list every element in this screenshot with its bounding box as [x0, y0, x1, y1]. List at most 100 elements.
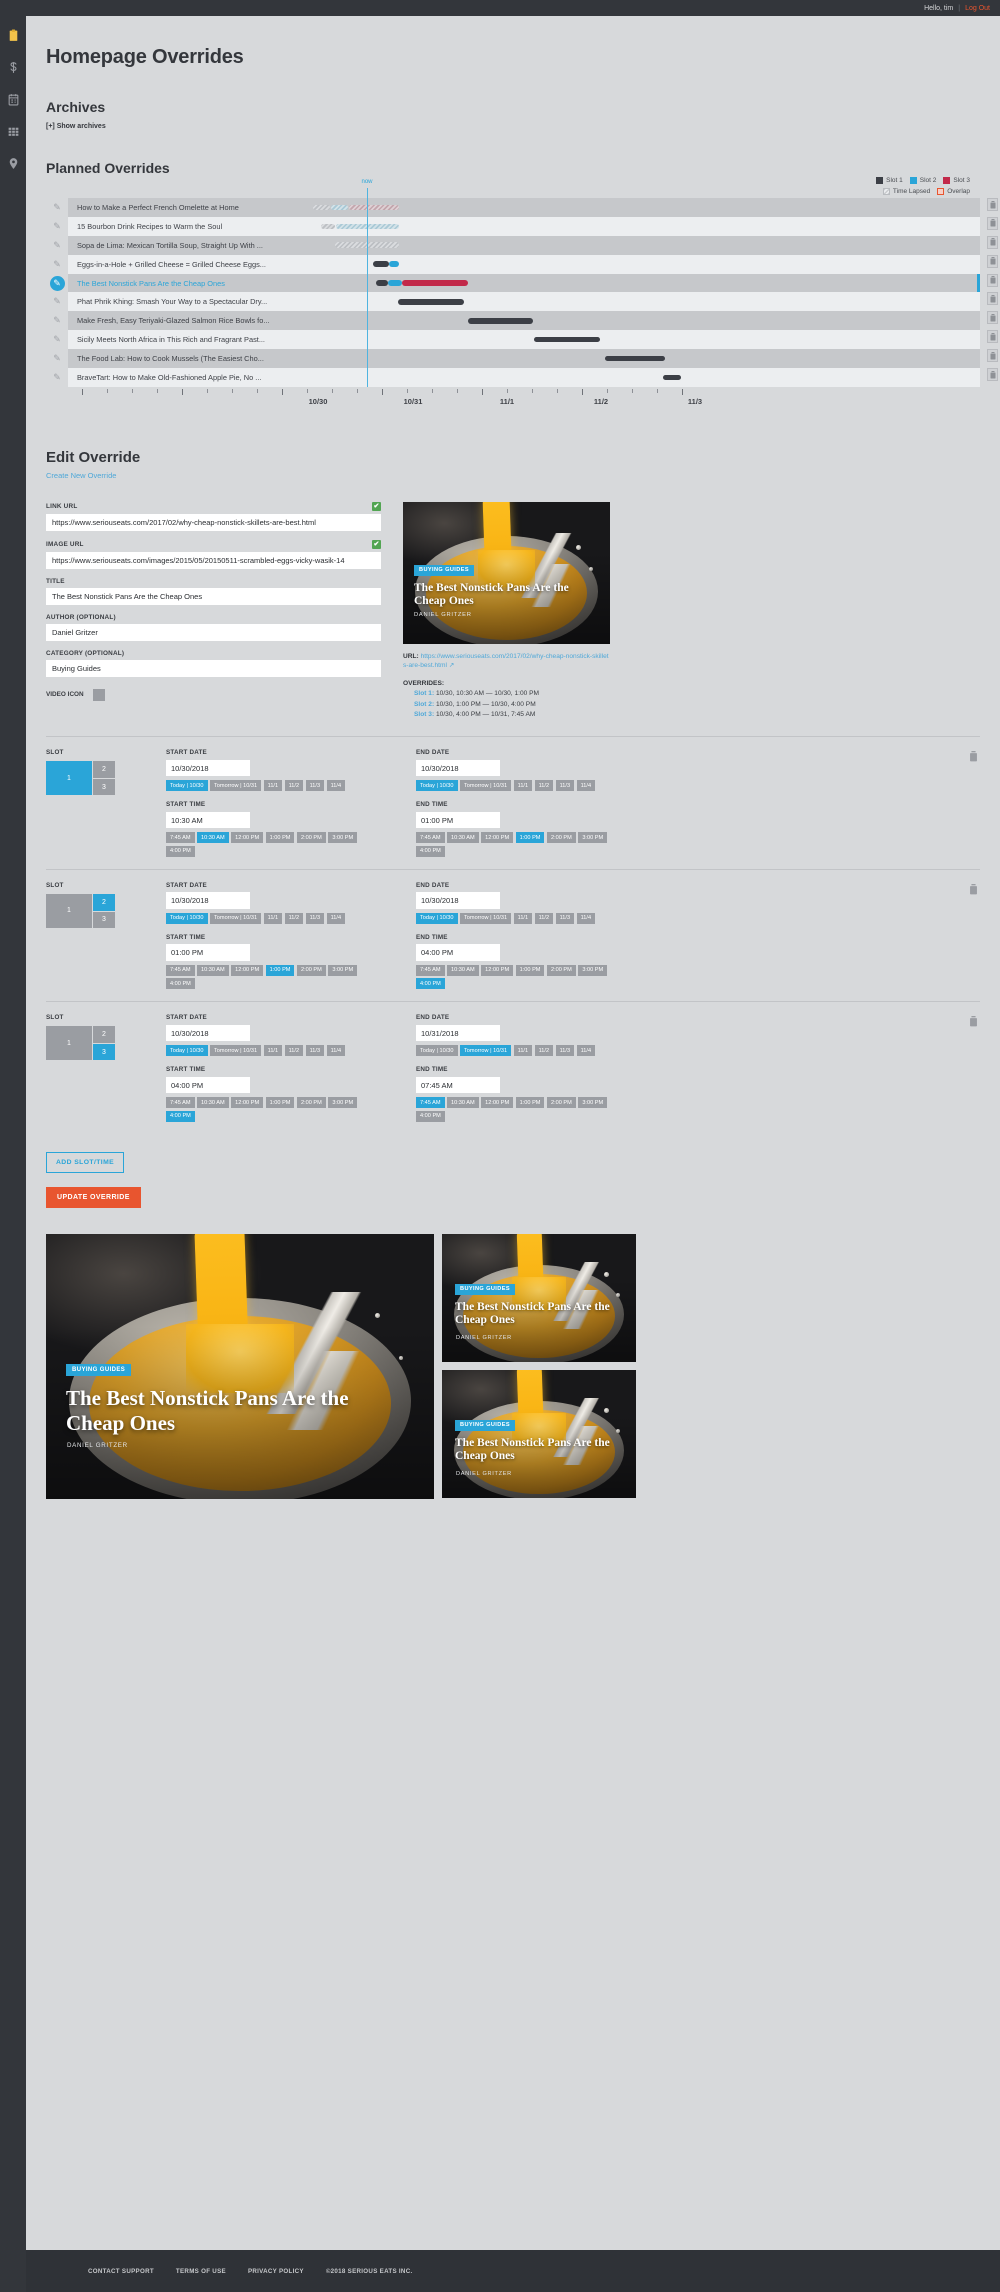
edit-pencil-icon-active[interactable]: ✎: [46, 275, 68, 291]
date-chip[interactable]: 11/4: [576, 912, 596, 924]
slot-option-1[interactable]: 1: [46, 893, 92, 928]
time-chip[interactable]: 12:00 PM: [231, 1097, 264, 1109]
end-time-input[interactable]: [416, 944, 500, 961]
time-chip[interactable]: 3:00 PM: [328, 832, 358, 844]
delete-row-icon[interactable]: [987, 311, 998, 325]
time-chip[interactable]: 7:45 AM: [416, 832, 445, 844]
time-chip[interactable]: 2:00 PM: [546, 832, 576, 844]
time-chip[interactable]: 4:00 PM: [166, 845, 195, 857]
slot-option-2[interactable]: 2: [92, 761, 115, 779]
preview-side-card[interactable]: BUYING GUIDES The Best Nonstick Pans Are…: [442, 1369, 636, 1498]
time-chip[interactable]: 3:00 PM: [328, 964, 358, 976]
delete-slot-icon[interactable]: [969, 1014, 978, 1027]
slot-option-2[interactable]: 2: [92, 1026, 115, 1044]
time-chip[interactable]: 10:30 AM: [197, 964, 229, 976]
time-chip[interactable]: 3:00 PM: [578, 1097, 608, 1109]
date-chip[interactable]: Tomorrow | 10/31: [210, 780, 262, 792]
slot-option-3[interactable]: 3: [92, 910, 115, 928]
slot-option-3[interactable]: 3: [92, 1043, 115, 1061]
date-chip[interactable]: 11/3: [305, 1045, 325, 1057]
date-chip[interactable]: Today | 10/30: [166, 912, 208, 924]
calendar-icon[interactable]: [6, 92, 20, 106]
slot-option-2[interactable]: 2: [92, 893, 115, 911]
date-chip[interactable]: 11/2: [534, 780, 554, 792]
grid-icon[interactable]: [6, 124, 20, 138]
time-chip[interactable]: 12:00 PM: [481, 1097, 514, 1109]
date-chip[interactable]: Tomorrow | 10/31: [460, 780, 512, 792]
author-input[interactable]: [46, 624, 381, 641]
time-chip[interactable]: 10:30 AM: [447, 964, 479, 976]
date-chip[interactable]: Today | 10/30: [416, 780, 458, 792]
edit-pencil-icon[interactable]: ✎: [46, 240, 68, 250]
link-url-input[interactable]: [46, 514, 381, 531]
delete-row-icon[interactable]: [987, 330, 998, 344]
table-row[interactable]: ✎ Sicily Meets North Africa in This Rich…: [46, 330, 998, 350]
delete-row-icon[interactable]: [987, 273, 998, 287]
time-chip[interactable]: 4:00 PM: [416, 978, 445, 990]
start-time-input[interactable]: [166, 1076, 250, 1094]
time-chip[interactable]: 12:00 PM: [481, 964, 514, 976]
time-chip[interactable]: 10:30 AM: [197, 832, 229, 844]
edit-pencil-icon[interactable]: ✎: [46, 335, 68, 344]
date-chip[interactable]: 11/3: [555, 1045, 575, 1057]
delete-slot-icon[interactable]: [969, 749, 978, 762]
slot-option-1[interactable]: 1: [46, 761, 92, 796]
delete-row-icon[interactable]: [987, 235, 998, 249]
add-slot-time-button[interactable]: ADD SLOT/TIME: [46, 1151, 125, 1173]
table-row[interactable]: ✎ The Food Lab: How to Cook Mussels (The…: [46, 349, 998, 369]
date-chip[interactable]: 11/1: [513, 1045, 533, 1057]
table-row[interactable]: ✎ How to Make a Perfect French Omelette …: [46, 198, 998, 217]
edit-pencil-icon[interactable]: ✎: [46, 297, 68, 306]
time-chip[interactable]: 1:00 PM: [515, 964, 545, 976]
date-chip[interactable]: 11/3: [555, 912, 575, 924]
time-chip[interactable]: 7:45 AM: [416, 964, 445, 976]
time-chip[interactable]: 1:00 PM: [515, 1097, 545, 1109]
start-date-input[interactable]: [166, 1024, 250, 1042]
date-chip[interactable]: 11/3: [555, 780, 575, 792]
time-chip[interactable]: 10:30 AM: [197, 1097, 229, 1109]
delete-row-icon[interactable]: [987, 216, 998, 230]
date-chip[interactable]: Tomorrow | 10/31: [210, 912, 262, 924]
update-override-button[interactable]: UPDATE OVERRIDE: [46, 1186, 141, 1208]
table-row[interactable]: ✎ Sopa de Lima: Mexican Tortilla Soup, S…: [46, 235, 998, 255]
time-chip[interactable]: 1:00 PM: [265, 1097, 295, 1109]
date-chip[interactable]: Today | 10/30: [166, 780, 208, 792]
date-chip[interactable]: 11/4: [326, 780, 346, 792]
date-chip[interactable]: Tomorrow | 10/31: [460, 1045, 512, 1057]
time-chip[interactable]: 4:00 PM: [166, 978, 195, 990]
table-row[interactable]: ✎ 15 Bourbon Drink Recipes to Warm the S…: [46, 216, 998, 236]
preview-hero-card[interactable]: BUYING GUIDES The Best Nonstick Pans Are…: [46, 1233, 434, 1499]
date-chip[interactable]: 11/4: [326, 912, 346, 924]
time-chip[interactable]: 2:00 PM: [546, 1097, 576, 1109]
start-date-input[interactable]: [166, 892, 250, 909]
edit-pencil-icon[interactable]: ✎: [46, 202, 68, 212]
image-url-input[interactable]: [46, 552, 381, 569]
time-chip[interactable]: 7:45 AM: [416, 1097, 445, 1109]
table-row-selected[interactable]: ✎ The Best Nonstick Pans Are the Cheap O…: [46, 273, 998, 293]
edit-pencil-icon[interactable]: ✎: [46, 316, 68, 325]
edit-pencil-icon[interactable]: ✎: [46, 354, 68, 363]
time-chip[interactable]: 4:00 PM: [416, 845, 445, 857]
delete-row-icon[interactable]: [987, 292, 998, 306]
time-chip[interactable]: 7:45 AM: [166, 1097, 195, 1109]
date-chip[interactable]: Tomorrow | 10/31: [210, 1045, 262, 1057]
delete-row-icon[interactable]: [987, 349, 998, 363]
date-chip[interactable]: 11/1: [263, 912, 283, 924]
clipboard-icon[interactable]: [6, 28, 20, 42]
time-chip[interactable]: 4:00 PM: [166, 1110, 195, 1122]
end-date-input[interactable]: [416, 892, 500, 909]
date-chip[interactable]: 11/2: [534, 1045, 554, 1057]
time-chip[interactable]: 7:45 AM: [166, 832, 195, 844]
date-chip[interactable]: Tomorrow | 10/31: [460, 912, 512, 924]
date-chip[interactable]: Today | 10/30: [416, 912, 458, 924]
dollar-icon[interactable]: [6, 60, 20, 74]
time-chip[interactable]: 10:30 AM: [447, 832, 479, 844]
date-chip[interactable]: 11/4: [576, 1045, 596, 1057]
date-chip[interactable]: 11/2: [534, 912, 554, 924]
show-archives-toggle[interactable]: [+] Show archives: [26, 115, 1000, 130]
date-chip[interactable]: 11/2: [284, 780, 304, 792]
end-time-input[interactable]: [416, 1076, 500, 1094]
edit-pencil-icon[interactable]: ✎: [46, 372, 68, 382]
table-row[interactable]: ✎ Make Fresh, Easy Teriyaki-Glazed Salmo…: [46, 311, 998, 331]
date-chip[interactable]: 11/3: [305, 912, 325, 924]
